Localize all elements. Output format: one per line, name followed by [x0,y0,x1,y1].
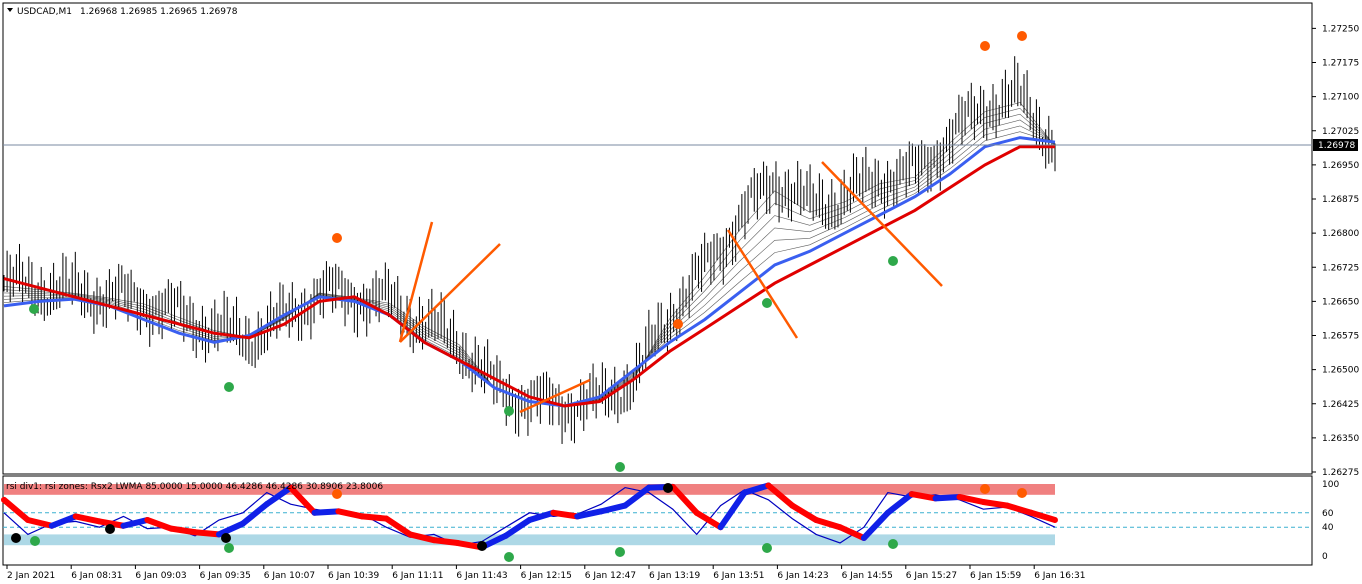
x-tick-label: 6 Jan 09:35 [200,571,251,581]
up-arrow-icon [762,543,772,553]
divergence-dot-icon [11,533,21,543]
x-tick-label: 2 Jan 2021 [7,571,55,581]
rsi-up-segment [932,493,963,502]
rsi-down-segment [359,513,390,522]
up-arrow-icon [504,552,514,562]
divergence-dot-icon [221,533,231,543]
divergence-dot-icon [477,541,487,551]
x-tick-label: 6 Jan 09:03 [135,571,186,581]
y-tick-label: 1.26425 [1322,400,1359,410]
x-tick-label: 6 Jan 10:39 [328,571,380,581]
divergence-dot-icon [105,524,115,534]
down-arrow-icon [1017,488,1027,498]
down-arrow-icon [980,41,990,51]
x-tick-label: 6 Jan 13:51 [713,571,764,581]
down-arrow-icon [1017,31,1027,41]
indicator-header: rsi div1: rsi zones: Rsx2 LWMA 85.0000 1… [6,482,383,492]
y-tick-label: 1.26650 [1322,297,1359,307]
rsi-down-segment [980,499,1011,509]
up-arrow-icon [30,536,40,546]
x-tick-label: 6 Jan 15:59 [970,571,1022,581]
rsi-down-segment [550,509,581,520]
rsi-down-segment [192,529,222,538]
divergence-dot-icon [663,483,673,493]
main-chart-frame[interactable] [2,2,1313,475]
x-tick-label: 6 Jan 16:31 [1034,571,1085,581]
x-tick-label: 6 Jan 08:31 [71,571,122,581]
ohlc-label: 1.26968 1.26985 1.26965 1.26978 [80,7,238,17]
y-tick-label: 1.26725 [1322,263,1359,273]
up-arrow-icon [504,406,514,416]
y-tick-label: 1.27250 [1322,24,1359,34]
chart-canvas[interactable]: 1.27250 1.27175 1.27100 1.27025 1.26950 1.268… [0,0,1362,584]
y-tick-label: 1.27100 [1322,93,1359,103]
y-tick-label: 1.26875 [1322,195,1359,205]
up-arrow-icon [615,547,625,557]
x-tick-label: 6 Jan 10:07 [264,571,315,581]
x-tick-label: 6 Jan 14:23 [777,571,828,581]
up-arrow-icon [224,382,234,392]
rsi-down-segment [908,491,939,502]
x-tick-label: 6 Jan 15:27 [906,571,957,581]
rsi-up-segment [311,508,342,516]
down-arrow-icon [980,484,990,494]
up-arrow-icon [615,462,625,472]
down-arrow-icon [673,319,683,329]
x-tick-label: 6 Jan 12:15 [521,571,572,581]
y-tick-label: 1.26350 [1322,434,1359,444]
up-arrow-icon [888,256,898,266]
x-tick-label: 6 Jan 11:43 [456,571,507,581]
rsi-down-segment [430,537,461,547]
y-tick-label: 1.26575 [1322,332,1359,342]
y-tick-label: 1.27025 [1322,127,1359,137]
ind-y-tick-label: 0 [1322,552,1328,562]
y-tick-label: 1.27175 [1322,59,1359,69]
down-arrow-icon [332,233,342,243]
x-tick-label: 6 Jan 13:19 [649,571,701,581]
up-arrow-icon [762,298,772,308]
y-tick-label: 1.26950 [1322,161,1359,171]
up-arrow-icon [29,304,39,314]
rsi-down-segment [168,525,199,536]
ind-y-tick-label: 40 [1322,523,1334,533]
y-tick-label: 1.26500 [1322,366,1359,376]
ind-y-tick-label: 60 [1322,509,1334,519]
y-tick-label: 1.26800 [1322,229,1359,239]
up-arrow-icon [888,539,898,549]
up-arrow-icon [224,543,234,553]
x-tick-label: 6 Jan 12:47 [585,571,636,581]
symbol-label: USDCAD,M1 [17,7,72,17]
current-price-label: 1.26978 [1318,141,1355,151]
y-tick-label: 1.26275 [1322,468,1359,478]
x-tick-label: 6 Jan 11:11 [392,571,443,581]
ind-y-tick-label: 100 [1322,480,1339,490]
x-tick-label: 6 Jan 14:55 [842,571,893,581]
